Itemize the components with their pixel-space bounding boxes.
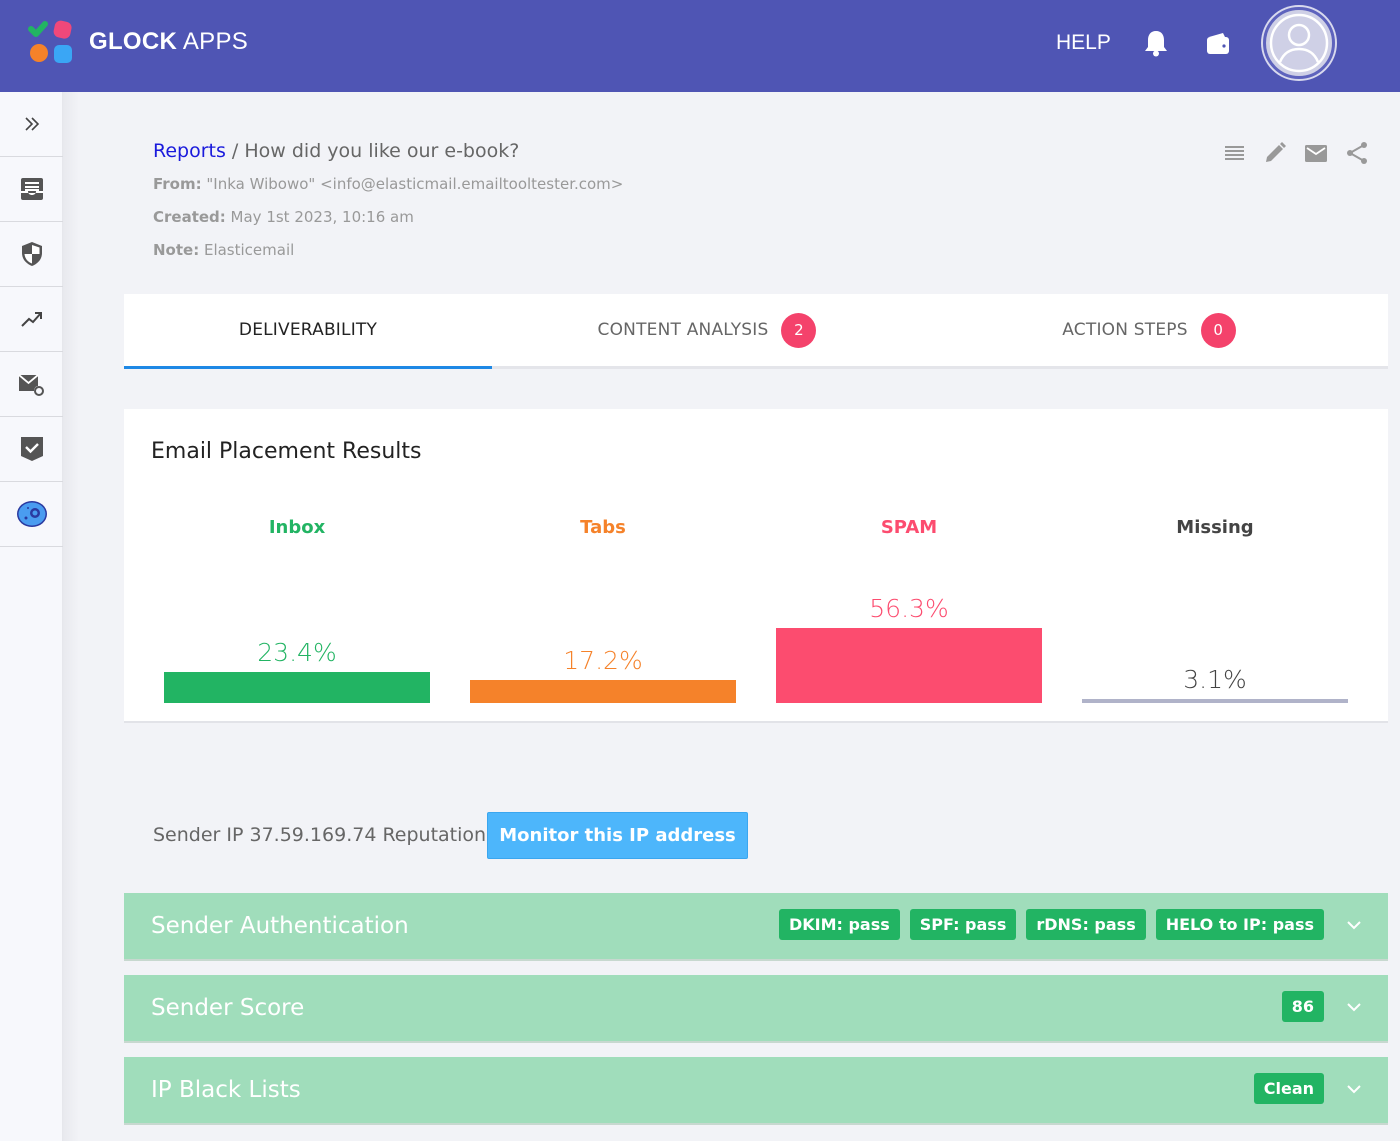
share-icon[interactable] [1345, 141, 1369, 165]
helo-status-pill: HELO to IP: pass [1155, 909, 1324, 940]
chevron-down-icon[interactable] [1344, 1079, 1364, 1099]
inbox-tray-icon [20, 178, 43, 200]
accordion-sender-authentication[interactable]: Sender Authentication DKIM: pass SPF: pa… [124, 893, 1388, 961]
sender-score-pill: 86 [1281, 991, 1324, 1022]
placement-label: SPAM [880, 517, 938, 538]
placement-column-tabs: Tabs 17.2% [470, 409, 736, 723]
chevron-down-icon[interactable] [1344, 997, 1364, 1017]
user-avatar[interactable] [1263, 7, 1335, 79]
content-analysis-badge: 2 [781, 312, 817, 348]
placement-column-spam: SPAM 56.3% [776, 409, 1042, 723]
help-link[interactable]: HELP [1056, 31, 1111, 55]
mail-refresh-icon [17, 374, 44, 396]
placement-column-inbox: Inbox 23.4% [164, 409, 430, 723]
accordion-title: Sender Score [151, 995, 305, 1021]
action-steps-badge: 0 [1200, 312, 1236, 348]
placement-label: Missing [1176, 517, 1254, 538]
tab-content-analysis[interactable]: CONTENT ANALYSIS 2 [492, 294, 922, 366]
placement-percent: 17.2% [563, 646, 643, 675]
email-placement-card: Email Placement Results Inbox 23.4% Tabs 17… [124, 409, 1388, 723]
dkim-status-pill: DKIM: pass [778, 909, 900, 940]
envelope-icon[interactable] [1304, 141, 1328, 165]
accordion-sender-score[interactable]: Sender Score 86 [124, 975, 1388, 1043]
rdns-status-pill: rDNS: pass [1026, 909, 1146, 940]
placement-label: Inbox [268, 517, 326, 538]
sidebar [0, 92, 63, 1141]
wallet-icon[interactable] [1205, 32, 1231, 56]
breadcrumb: Reports / How did you like our e-book? [153, 140, 519, 162]
placement-percent: 23.4% [257, 638, 337, 667]
placement-bar [470, 680, 736, 703]
glock-apps-logo-icon[interactable] [28, 20, 74, 66]
breadcrumb-reports-link[interactable]: Reports [153, 140, 226, 162]
placement-column-missing: Missing 3.1% [1082, 409, 1348, 723]
spf-status-pill: SPF: pass [909, 909, 1017, 940]
sender-ip-reputation: Sender IP 37.59.169.74 Reputation [153, 824, 487, 846]
report-toolbar [1222, 141, 1369, 165]
trending-up-icon [20, 312, 42, 327]
meta-from: From: "Inka Wibowo" <info@elasticmail.em… [153, 175, 624, 193]
bell-icon[interactable] [1143, 29, 1169, 57]
report-subject: How did you like our e-book? [244, 140, 520, 162]
accordion-ip-black-lists[interactable]: IP Black Lists Clean [124, 1057, 1388, 1125]
sidebar-item-inbox[interactable] [0, 157, 63, 222]
placement-bar [1082, 699, 1348, 703]
tab-action-steps[interactable]: ACTION STEPS 0 [984, 294, 1314, 366]
planet-icon [16, 501, 47, 527]
placement-bar [164, 672, 430, 703]
top-bar: GLOCK APPS HELP [0, 0, 1400, 92]
placement-bar [776, 628, 1042, 703]
placement-percent: 3.1% [1183, 665, 1247, 694]
sidebar-item-analytics[interactable] [0, 287, 63, 352]
sidebar-item-email-tests[interactable] [0, 352, 63, 417]
report-tabs: DELIVERABILITY CONTENT ANALYSIS 2 ACTION… [124, 294, 1388, 369]
breadcrumb-separator: / [225, 140, 245, 162]
check-badge-icon [20, 437, 43, 461]
sidebar-expand[interactable] [0, 92, 63, 157]
chevron-down-icon[interactable] [1344, 915, 1364, 935]
monitor-ip-button[interactable]: Monitor this IP address [487, 812, 748, 859]
sidebar-item-planet[interactable] [0, 482, 63, 547]
user-icon [1269, 13, 1329, 73]
placement-label: Tabs [580, 517, 626, 538]
sidebar-item-security[interactable] [0, 222, 63, 287]
brand-name: GLOCK APPS [89, 28, 249, 55]
placement-percent: 56.3% [869, 594, 949, 623]
meta-created: Created: May 1st 2023, 10:16 am [153, 208, 414, 226]
double-chevron-right-icon [24, 117, 39, 131]
pencil-icon[interactable] [1263, 141, 1287, 165]
sidebar-item-verification[interactable] [0, 417, 63, 482]
accordion-title: Sender Authentication [151, 913, 409, 939]
sidebar-shadow [63, 92, 79, 1141]
list-icon[interactable] [1222, 141, 1246, 165]
shield-icon [21, 242, 42, 266]
tab-deliverability[interactable]: DELIVERABILITY [124, 294, 492, 369]
meta-note: Note: Elasticemail [153, 241, 295, 259]
accordion-title: IP Black Lists [151, 1077, 301, 1103]
blacklist-status-pill: Clean [1253, 1073, 1324, 1104]
